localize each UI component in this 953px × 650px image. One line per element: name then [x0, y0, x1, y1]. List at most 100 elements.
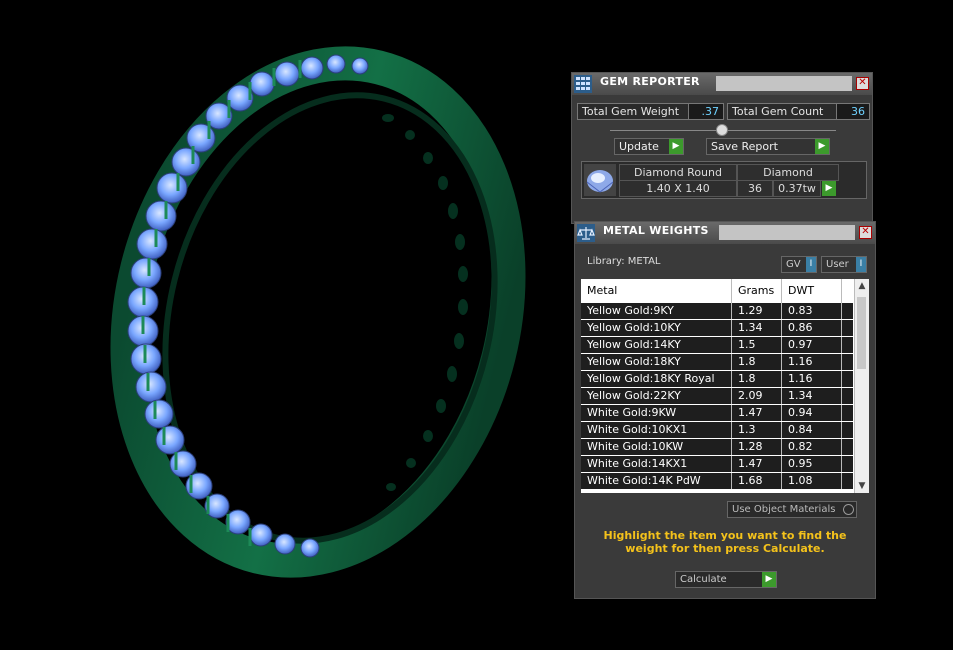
scroll-up-icon[interactable]: ▲: [855, 279, 869, 293]
metal-cell: White Gold:10KW: [581, 439, 732, 455]
save-report-button[interactable]: Save Report ▶: [706, 138, 830, 155]
play-icon: ▶: [815, 139, 829, 154]
grams-cell: 1.47: [732, 405, 782, 421]
instruction-text: Highlight the item you want to find the …: [603, 529, 847, 555]
user-label: User: [826, 259, 849, 270]
use-object-materials-label: Use Object Materials: [732, 504, 836, 515]
scrollbar[interactable]: ▲ ▼: [854, 279, 869, 493]
titlebar-fill: [716, 76, 852, 91]
library-label: Library: METAL: [587, 256, 661, 267]
dwt-cell: 0.97: [782, 337, 842, 353]
metal-table-header: Metal Grams DWT: [581, 279, 853, 303]
table-row[interactable]: Yellow Gold:18KY Royal 1.8 1.16: [581, 371, 853, 388]
play-icon: ▶: [669, 139, 683, 154]
dwt-cell: 0.82: [782, 439, 842, 455]
table-row[interactable]: White Gold:14KX1 1.47 0.95: [581, 456, 853, 473]
grams-cell: 1.3: [732, 422, 782, 438]
column-header-metal[interactable]: Metal: [581, 279, 732, 303]
dwt-cell: 0.84: [782, 422, 842, 438]
grams-cell: 1.34: [732, 320, 782, 336]
gem-count: 36: [737, 180, 773, 197]
table-row[interactable]: White Gold:10KX1 1.3 0.84: [581, 422, 853, 439]
titlebar-fill: [719, 225, 855, 240]
metal-cell: Yellow Gold:22KY: [581, 388, 732, 404]
close-icon[interactable]: ✕: [859, 226, 872, 239]
calculate-label: Calculate: [680, 574, 727, 585]
gem-reporter-title: GEM REPORTER: [600, 75, 700, 88]
gem-list-item[interactable]: Diamond Round Diamond 1.40 X 1.40 36 0.3…: [581, 161, 867, 199]
metal-cell: White Gold:14KX1: [581, 456, 732, 472]
column-header-dwt[interactable]: DWT: [782, 279, 842, 303]
table-row[interactable]: Yellow Gold:10KY 1.34 0.86: [581, 320, 853, 337]
metal-cell: Yellow Gold:18KY Royal: [581, 371, 732, 387]
gem-report-icon: [574, 75, 592, 93]
scroll-down-icon[interactable]: ▼: [855, 479, 869, 493]
save-report-label: Save Report: [711, 140, 778, 153]
dwt-cell: 1.16: [782, 371, 842, 387]
gem-reporter-titlebar[interactable]: GEM REPORTER ✕: [572, 73, 872, 95]
table-row[interactable]: Yellow Gold:9KY 1.29 0.83: [581, 303, 853, 320]
play-icon: ▶: [762, 572, 776, 587]
table-row[interactable]: Yellow Gold:14KY 1.5 0.97: [581, 337, 853, 354]
grams-cell: 1.8: [732, 371, 782, 387]
gv-toggle[interactable]: GV I: [781, 256, 817, 273]
table-row[interactable]: White Gold:14K PdW 1.68 1.08: [581, 473, 853, 490]
table-row[interactable]: Yellow Gold:18KY 1.8 1.16: [581, 354, 853, 371]
3d-viewport[interactable]: [0, 0, 570, 647]
dwt-cell: 1.34: [782, 388, 842, 404]
update-label: Update: [619, 140, 659, 153]
user-toggle[interactable]: User I: [821, 256, 867, 273]
dwt-cell: 1.16: [782, 354, 842, 370]
metal-cell: Yellow Gold:9KY: [581, 303, 732, 319]
metal-weights-title: METAL WEIGHTS: [603, 224, 709, 237]
ring-model: [110, 46, 526, 578]
dwt-cell: 0.95: [782, 456, 842, 472]
metal-table[interactable]: Metal Grams DWT Yellow Gold:9KY 1.29 0.83 Y…: [581, 279, 869, 493]
checkbox-icon: [843, 504, 854, 515]
total-gem-weight-label: Total Gem Weight: [577, 103, 689, 120]
total-gem-count-label: Total Gem Count: [727, 103, 837, 120]
grams-cell: 1.47: [732, 456, 782, 472]
use-object-materials-checkbox[interactable]: Use Object Materials: [727, 501, 857, 518]
grams-cell: 1.28: [732, 439, 782, 455]
gem-size: 1.40 X 1.40: [619, 180, 737, 197]
metal-weights-panel: METAL WEIGHTS ✕ Library: METAL GV I User…: [574, 221, 876, 599]
grams-cell: 1.68: [732, 473, 782, 489]
total-gem-count-value: 36: [836, 103, 870, 120]
dwt-cell: 1.08: [782, 473, 842, 489]
total-gem-weight-value: .37: [688, 103, 724, 120]
close-icon[interactable]: ✕: [856, 77, 869, 90]
column-header-grams[interactable]: Grams: [732, 279, 782, 303]
dwt-cell: 0.83: [782, 303, 842, 319]
grams-cell: 1.8: [732, 354, 782, 370]
metal-weights-titlebar[interactable]: METAL WEIGHTS ✕: [575, 222, 875, 244]
gem-weight: 0.37tw: [773, 180, 821, 197]
toggle-icon: I: [806, 257, 816, 272]
scroll-thumb[interactable]: [857, 297, 866, 369]
slider-knob[interactable]: [716, 124, 728, 136]
gv-label: GV: [786, 259, 801, 270]
metal-cell: Yellow Gold:14KY: [581, 337, 732, 353]
play-icon[interactable]: ▶: [822, 181, 836, 196]
grams-cell: 1.5: [732, 337, 782, 353]
metal-cell: Yellow Gold:10KY: [581, 320, 732, 336]
grams-cell: 2.09: [732, 388, 782, 404]
table-row[interactable]: White Gold:10KW 1.28 0.82: [581, 439, 853, 456]
metal-cell: Yellow Gold:18KY: [581, 354, 732, 370]
gem-material: Diamond: [737, 164, 839, 181]
gem-reporter-panel: GEM REPORTER ✕ Total Gem Weight .37 Tota…: [571, 72, 873, 224]
grams-cell: 1.29: [732, 303, 782, 319]
gem-shape: Diamond Round: [619, 164, 737, 181]
metal-cell: White Gold:9KW: [581, 405, 732, 421]
scale-icon: [577, 224, 595, 242]
update-button[interactable]: Update ▶: [614, 138, 684, 155]
metal-cell: White Gold:14K PdW: [581, 473, 732, 489]
calculate-button[interactable]: Calculate ▶: [675, 571, 777, 588]
metal-cell: White Gold:10KX1: [581, 422, 732, 438]
table-row[interactable]: Yellow Gold:22KY 2.09 1.34: [581, 388, 853, 405]
dwt-cell: 0.94: [782, 405, 842, 421]
toggle-icon: I: [856, 257, 866, 272]
table-row[interactable]: White Gold:9KW 1.47 0.94: [581, 405, 853, 422]
dwt-cell: 0.86: [782, 320, 842, 336]
diamond-round-icon: [584, 164, 616, 196]
